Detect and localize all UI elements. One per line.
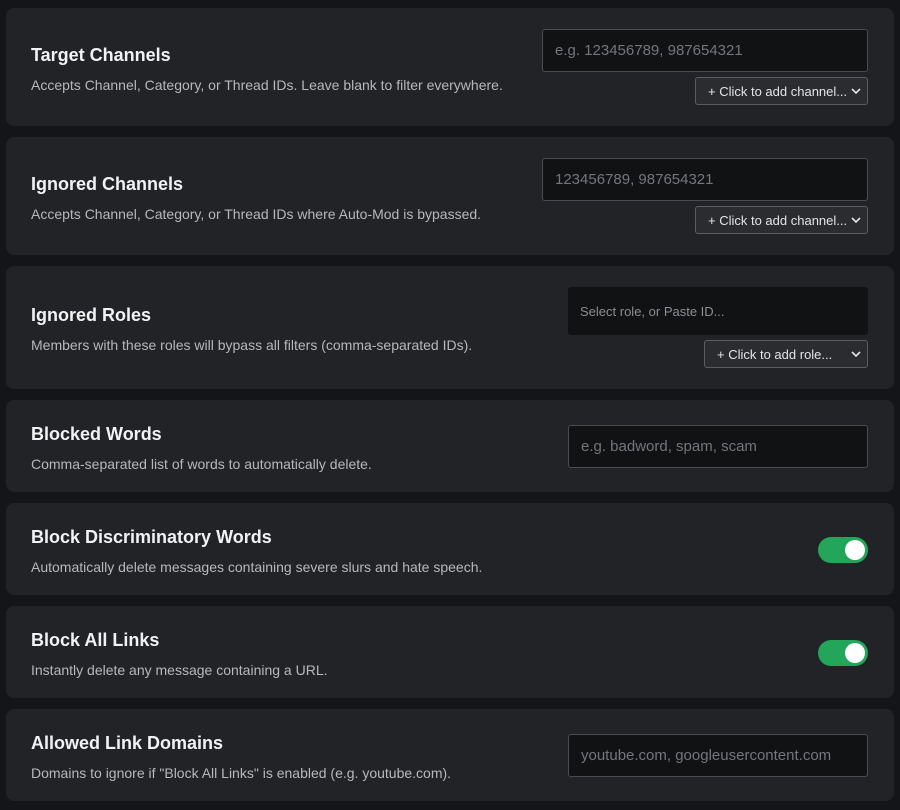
ignored-roles-card: Ignored Roles Members with these roles w…: [6, 266, 894, 389]
blocked-words-input[interactable]: [568, 425, 868, 468]
block-all-links-card: Block All Links Instantly delete any mes…: [6, 606, 894, 698]
allowed-domains-description: Domains to ignore if "Block All Links" i…: [31, 765, 452, 781]
toggle-knob: [845, 540, 865, 560]
ignored-channels-title: Ignored Channels: [31, 174, 184, 194]
allowed-domains-title: Allowed Link Domains: [31, 733, 224, 753]
block-discriminatory-description: Automatically delete messages containing…: [31, 559, 483, 575]
target-channels-card: Target Channels Accepts Channel, Categor…: [6, 8, 894, 126]
block-discriminatory-title: Block Discriminatory Words: [31, 527, 272, 547]
blocked-words-title: Blocked Words: [31, 424, 162, 444]
block-all-links-title: Block All Links: [31, 630, 160, 650]
block-all-links-toggle[interactable]: [818, 640, 868, 666]
ignored-roles-add-select[interactable]: + Click to add role...: [704, 340, 868, 368]
target-channels-title: Target Channels: [31, 45, 171, 65]
ignored-roles-add-select-label: + Click to add role...: [717, 346, 833, 362]
ignored-channels-add-select-label: + Click to add channel...: [708, 212, 848, 228]
ignored-roles-title: Ignored Roles: [31, 305, 152, 325]
ignored-channels-add-select[interactable]: + Click to add channel...: [695, 206, 868, 234]
allowed-domains-card: Allowed Link Domains Domains to ignore i…: [6, 709, 894, 801]
ignored-roles-input[interactable]: [568, 287, 868, 335]
chevron-down-icon: [849, 213, 863, 227]
allowed-domains-input[interactable]: [568, 734, 868, 777]
block-discriminatory-card: Block Discriminatory Words Automatically…: [6, 503, 894, 595]
ignored-channels-input[interactable]: [542, 158, 868, 201]
block-discriminatory-toggle[interactable]: [818, 537, 868, 563]
chevron-down-icon: [849, 84, 863, 98]
ignored-roles-description: Members with these roles will bypass all…: [31, 337, 473, 353]
block-all-links-description: Instantly delete any message containing …: [31, 662, 328, 678]
ignored-channels-description: Accepts Channel, Category, or Thread IDs…: [31, 206, 482, 222]
blocked-words-description: Comma-separated list of words to automat…: [31, 456, 372, 472]
toggle-knob: [845, 643, 865, 663]
target-channels-add-select-label: + Click to add channel...: [708, 83, 848, 99]
chevron-down-icon: [849, 347, 863, 361]
target-channels-input[interactable]: [542, 29, 868, 72]
target-channels-add-select[interactable]: + Click to add channel...: [695, 77, 868, 105]
blocked-words-card: Blocked Words Comma-separated list of wo…: [6, 400, 894, 492]
target-channels-description: Accepts Channel, Category, or Thread IDs…: [31, 77, 503, 93]
ignored-channels-card: Ignored Channels Accepts Channel, Catego…: [6, 137, 894, 255]
